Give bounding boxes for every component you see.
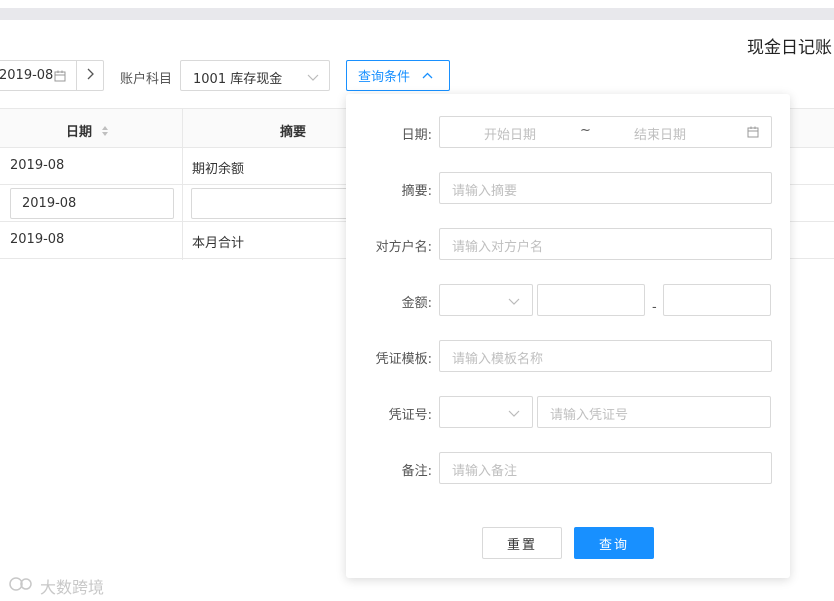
voucher-placeholder: 请输入凭证号	[550, 408, 629, 423]
month-value: 2019-08	[0, 68, 54, 83]
sort-icon[interactable]	[101, 125, 109, 141]
row-summary-input[interactable]	[191, 188, 351, 219]
account-value: 1001 库存现金	[193, 72, 283, 87]
voucher-number-input[interactable]: 请输入凭证号	[537, 396, 771, 428]
amount-min-input[interactable]	[537, 284, 645, 316]
amount-label: 金额:	[401, 296, 432, 311]
template-label: 凭证模板:	[375, 352, 432, 367]
counterparty-label: 对方户名:	[375, 240, 432, 255]
toolbar: 2019-08 账户科目 1001 库存现金 查询条件	[0, 60, 834, 92]
template-placeholder: 请输入模板名称	[452, 352, 544, 367]
watermark: 大数跨境	[8, 574, 104, 598]
end-date-input[interactable]: 结束日期	[634, 124, 686, 143]
account-label: 账户科目	[120, 72, 173, 87]
watermark-logo-icon	[8, 576, 36, 596]
query-conditions-label: 查询条件	[358, 70, 411, 85]
amount-max-input[interactable]	[663, 284, 771, 316]
reset-button[interactable]: 重置	[482, 527, 562, 559]
row-summary: 期初余额	[192, 162, 245, 177]
chevron-down-icon	[508, 407, 520, 422]
amount-dash: -	[652, 300, 657, 315]
chevron-down-icon	[508, 295, 520, 310]
row-summary: 本月合计	[192, 236, 245, 251]
voucher-type-select[interactable]	[439, 396, 533, 428]
query-button[interactable]: 查询	[574, 527, 654, 559]
summary-input[interactable]: 请输入摘要	[439, 172, 772, 204]
date-range-picker[interactable]: 开始日期 ~ 结束日期	[439, 116, 772, 148]
watermark-text: 大数跨境	[40, 578, 105, 597]
summary-placeholder: 请输入摘要	[452, 184, 518, 199]
row-date: 2019-08	[10, 158, 65, 173]
top-bar	[0, 8, 834, 20]
header-date[interactable]: 日期	[66, 121, 109, 141]
counterparty-input[interactable]: 请输入对方户名	[439, 228, 772, 260]
calendar-icon	[54, 70, 66, 86]
chevron-right-icon	[86, 68, 94, 84]
remark-placeholder: 请输入备注	[452, 464, 518, 479]
page-title: 现金日记账	[747, 38, 832, 58]
date-label: 日期:	[401, 128, 432, 143]
chevron-down-icon	[307, 71, 319, 86]
range-separator: ~	[580, 123, 591, 138]
counterparty-placeholder: 请输入对方户名	[452, 240, 544, 255]
query-conditions-button[interactable]: 查询条件	[346, 60, 450, 91]
template-input[interactable]: 请输入模板名称	[439, 340, 772, 372]
account-select[interactable]: 1001 库存现金	[180, 60, 330, 91]
remark-input[interactable]: 请输入备注	[439, 452, 772, 484]
remark-label: 备注:	[401, 464, 432, 479]
voucher-label: 凭证号:	[388, 408, 432, 423]
amount-operator-select[interactable]	[439, 284, 533, 316]
row-date-input[interactable]: 2019-08	[10, 188, 174, 219]
row-date: 2019-08	[10, 232, 65, 247]
start-date-input[interactable]: 开始日期	[484, 124, 536, 143]
month-picker[interactable]: 2019-08	[0, 60, 76, 91]
header-summary: 摘要	[280, 125, 307, 140]
query-conditions-panel: 日期: 开始日期 ~ 结束日期 摘要: 请输入摘要 对方户名: 请输入对方户名 …	[346, 94, 790, 578]
summary-label: 摘要:	[401, 184, 432, 199]
next-month-button[interactable]	[76, 60, 104, 91]
chevron-up-icon	[422, 68, 433, 83]
calendar-icon	[747, 126, 759, 142]
